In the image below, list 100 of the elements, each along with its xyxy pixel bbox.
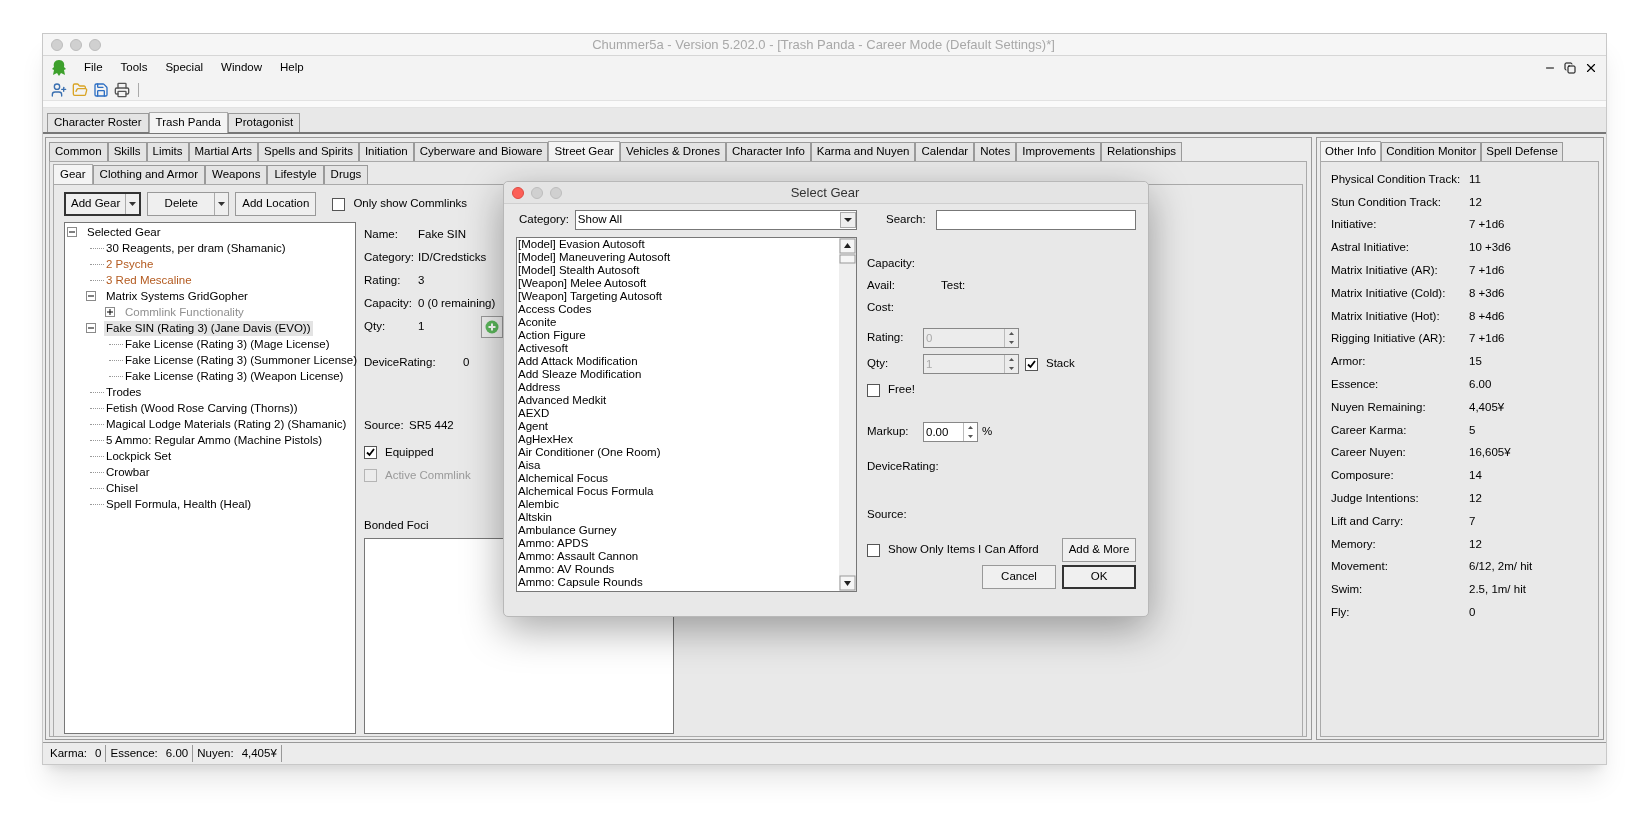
tab[interactable]: Cyberware and Bioware [413, 142, 549, 161]
checkbox[interactable] [867, 383, 880, 397]
list-item[interactable]: [Model] Stealth Autosoft [518, 264, 839, 277]
tab[interactable]: Condition Monitor [1381, 142, 1482, 161]
save-icon[interactable] [93, 82, 109, 98]
tab[interactable]: Limits [146, 142, 189, 161]
tree-item[interactable]: Spell Formula, Health (Heal) [104, 496, 254, 512]
tab[interactable]: Character Info [725, 142, 811, 161]
checkbox[interactable] [1025, 357, 1038, 371]
dialog-button[interactable]: Cancel [982, 565, 1056, 589]
collapse-icon[interactable] [86, 291, 96, 301]
list-item[interactable]: Aisa [518, 459, 839, 472]
tree-item[interactable]: Magical Lodge Materials (Rating 2) (Shamanic) [104, 416, 349, 432]
list-item[interactable]: Add Attack Modification [518, 355, 839, 368]
expand-icon[interactable] [105, 307, 115, 317]
list-item[interactable]: Alchemical Focus Formula [518, 485, 839, 498]
caret-icon[interactable] [218, 202, 226, 206]
tree-item[interactable]: Trodes [104, 384, 144, 400]
scrollbar[interactable] [839, 238, 856, 591]
list-item[interactable]: Access Codes [518, 303, 839, 316]
tree-item[interactable]: Selected Gear [85, 224, 163, 240]
tab[interactable]: Street Gear [548, 141, 620, 162]
caret-icon[interactable] [129, 202, 137, 206]
tree-item[interactable]: Fetish (Wood Rose Carving (Thorns)) [104, 400, 300, 416]
tree-item[interactable]: Fake License (Rating 3) (Summoner License) [123, 352, 360, 368]
collapse-icon[interactable] [67, 227, 77, 237]
menu-item[interactable]: Window [212, 59, 271, 77]
tree-item[interactable]: Fake License (Rating 3) (Mage License) [123, 336, 332, 352]
add-person-icon[interactable] [51, 82, 67, 98]
tab[interactable]: Relationships [1101, 142, 1183, 161]
tab[interactable]: Spells and Spirits [258, 142, 359, 161]
list-item[interactable]: Ammo: Capsule Rounds [518, 576, 839, 589]
tab[interactable]: Notes [974, 142, 1017, 161]
tab[interactable]: Trash Panda [148, 112, 228, 133]
tree-item[interactable]: 3 Red Mescaline [104, 272, 194, 288]
tree-item[interactable]: 2 Psyche [104, 256, 156, 272]
list-item[interactable]: Alembic [518, 498, 839, 511]
search-field[interactable] [936, 210, 1136, 230]
list-item[interactable]: AEXD [518, 407, 839, 420]
tab[interactable]: Gear [53, 164, 93, 185]
restore-icon[interactable] [1564, 62, 1576, 74]
add-gear-button[interactable]: Add Gear [64, 192, 142, 216]
dialog-button[interactable]: Add & More [1062, 538, 1136, 562]
list-item[interactable]: Activesoft [518, 342, 839, 355]
collapse-icon[interactable] [86, 323, 96, 333]
close-icon[interactable] [1584, 61, 1598, 75]
list-item[interactable]: Agent [518, 420, 839, 433]
tab[interactable]: Drugs [323, 165, 369, 184]
checkbox[interactable] [332, 197, 346, 211]
menu-item[interactable]: Special [156, 59, 213, 77]
list-item[interactable]: [Weapon] Melee Autosoft [518, 277, 839, 290]
add-location-button[interactable]: Add Location [235, 192, 317, 216]
menu-item[interactable]: Tools [111, 59, 157, 77]
tab[interactable]: Lifestyle [267, 165, 324, 184]
tree-item[interactable]: 5 Ammo: Regular Ammo (Machine Pistols) [104, 432, 325, 448]
list-item[interactable]: Ammo: Assault Cannon [518, 550, 839, 563]
list-item[interactable]: Ammo: AV Rounds [518, 563, 839, 576]
list-item[interactable]: Address [518, 381, 839, 394]
tab[interactable]: Vehicles & Drones [619, 142, 726, 161]
list-item[interactable]: Action Figure [518, 329, 839, 342]
tab[interactable]: Skills [107, 142, 147, 161]
tree-item[interactable]: Chisel [104, 480, 140, 496]
tab[interactable]: Clothing and Armor [92, 165, 206, 184]
list-item[interactable]: Ammo: APDS [518, 537, 839, 550]
delete-button[interactable]: Delete [147, 192, 230, 216]
tab[interactable]: Character Roster [47, 113, 149, 132]
list-item[interactable]: Advanced Medkit [518, 394, 839, 407]
tree-item[interactable]: Crowbar [104, 464, 152, 480]
tab[interactable]: Karma and Nuyen [810, 142, 916, 161]
number-spinner[interactable]: 0.00 [923, 422, 978, 442]
menu-item[interactable]: File [75, 59, 112, 77]
close-button[interactable] [512, 186, 524, 199]
category-dropdown[interactable]: Show All [574, 210, 857, 230]
list-item[interactable]: Aconite [518, 316, 839, 329]
tree-item[interactable]: 30 Reagents, per dram (Shamanic) [104, 240, 288, 256]
tab[interactable]: Initiation [358, 142, 414, 161]
dialog-button[interactable]: OK [1062, 565, 1136, 589]
list-item[interactable]: [Model] Evasion Autosoft [518, 238, 839, 251]
tab[interactable]: Improvements [1016, 142, 1102, 161]
list-item[interactable]: [Weapon] Targeting Autosoft [518, 290, 839, 303]
tree-item[interactable]: Matrix Systems GridGopher [104, 288, 250, 304]
menu-item[interactable]: Help [271, 59, 313, 77]
list-item[interactable]: Altskin [518, 511, 839, 524]
list-item[interactable]: [Model] Maneuvering Autosoft [518, 251, 839, 264]
tab[interactable]: Protagonist [228, 113, 301, 132]
list-item[interactable]: AgHexHex [518, 433, 839, 446]
tab[interactable]: Calendar [915, 142, 975, 161]
list-item[interactable]: Ambulance Gurney [518, 524, 839, 537]
list-item[interactable]: Air Conditioner (One Room) [518, 446, 839, 459]
tab[interactable]: Other Info [1320, 141, 1382, 162]
list-item[interactable]: Alchemical Focus [518, 472, 839, 485]
tab[interactable]: Common [49, 142, 108, 161]
print-icon[interactable] [114, 82, 130, 98]
tree-item[interactable]: Lockpick Set [104, 448, 174, 464]
tab[interactable]: Weapons [205, 165, 268, 184]
list-item[interactable]: Add Sleaze Modification [518, 368, 839, 381]
checkbox[interactable] [867, 543, 880, 557]
tab[interactable]: Martial Arts [188, 142, 259, 161]
tree-item[interactable]: Fake SIN (Rating 3) (Jane Davis (EVO)) [104, 320, 313, 336]
tab[interactable]: Spell Defense [1481, 142, 1563, 161]
